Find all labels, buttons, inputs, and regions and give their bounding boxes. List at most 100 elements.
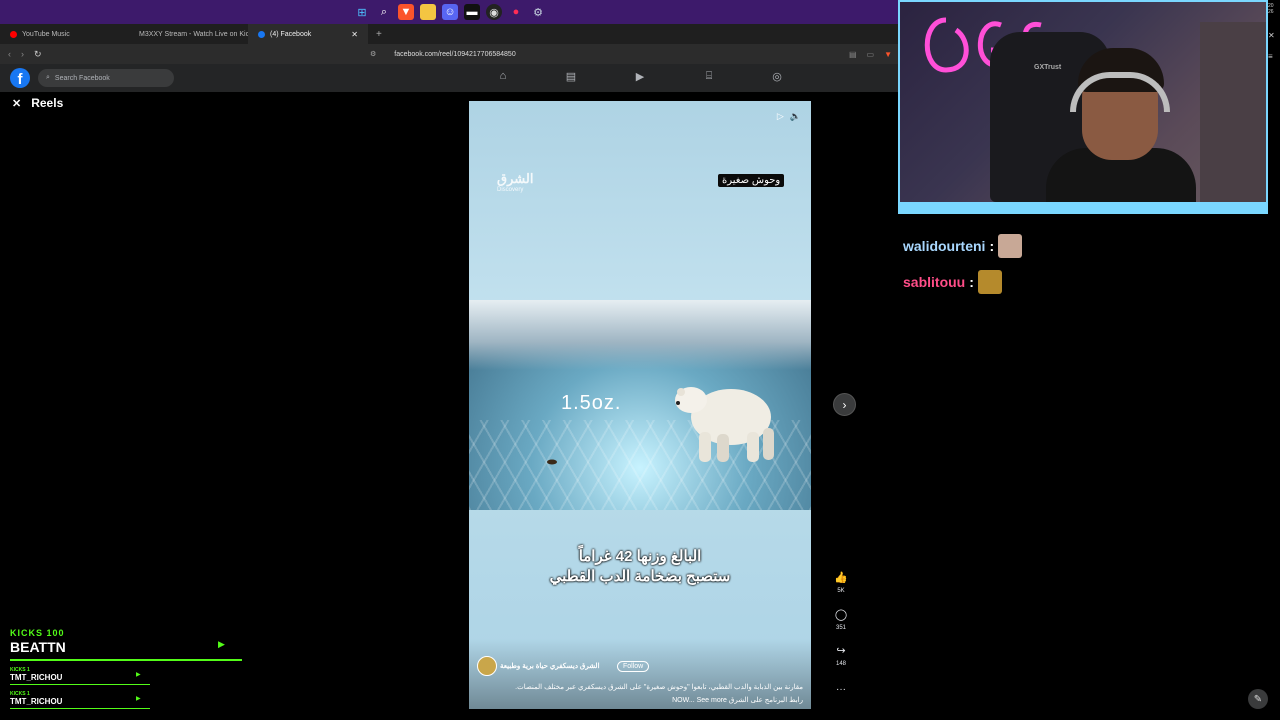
translate-icon[interactable]: ▤ <box>849 50 857 59</box>
navigation-buttons: ‹ › ↻ <box>0 49 370 60</box>
file-explorer-icon[interactable] <box>420 4 436 20</box>
clock-line-2: 26 <box>1268 9 1274 15</box>
play-icon: ▶ <box>218 639 225 649</box>
caption-line-2: ستصبح بضخامة الدب القطبي <box>549 568 731 585</box>
facebook-header: f ⌕ Search Facebook ⌂ ▤ ▶ ⌸ ◎ <box>0 64 900 92</box>
chat-username: sablitouu <box>903 274 966 290</box>
kick-leaderboard-overlay: KICKS 100 BEATTN ▶ KICKS 1 TMT_RICHOU ▶ … <box>10 628 242 709</box>
chat-separator: : <box>969 274 974 290</box>
address-bar-actions: ▤ ▭ ▼ <box>849 50 900 59</box>
menu-icon[interactable]: ≡ <box>1268 52 1280 61</box>
chat-username: walidourteni <box>903 238 986 254</box>
search-icon: ⌕ <box>46 74 50 81</box>
windows-start-icon[interactable]: ⊞ <box>354 4 370 20</box>
steam-icon[interactable]: ⚙ <box>530 4 546 20</box>
edit-icon: ✎ <box>1253 693 1263 705</box>
close-tab-icon[interactable]: ✕ <box>351 30 358 39</box>
next-reel-button[interactable]: › <box>833 393 856 416</box>
back-icon[interactable]: ‹ <box>8 49 11 60</box>
cast-icon[interactable]: ▭ <box>867 50 875 59</box>
share-icon: ↪ <box>836 645 846 657</box>
tab-label: M3XXY Stream - Watch Live on Kick <box>139 30 253 38</box>
fly-illustration <box>547 459 557 465</box>
like-icon: 👍 <box>834 572 848 584</box>
emote-icon <box>998 234 1023 258</box>
leaderboard-heading: KICKS 100 <box>10 628 65 638</box>
chat-message: sablitouu : <box>903 270 1002 294</box>
address-bar: ‹ › ↻ ⚙ facebook.com/reel/10942177065848… <box>0 44 900 64</box>
reload-icon[interactable]: ↻ <box>34 49 42 60</box>
facebook-icon <box>258 30 265 38</box>
obs-icon[interactable]: ◉ <box>486 4 502 20</box>
like-count: 5K <box>837 588 845 594</box>
mist <box>469 300 811 370</box>
brave-shield-icon[interactable]: ▼ <box>884 50 892 59</box>
see-more-link[interactable]: رابط البرنامج على الشرق NOW... See more <box>672 696 803 704</box>
close-icon[interactable]: ✕ <box>1268 31 1280 40</box>
compose-button[interactable]: ✎ <box>1248 689 1268 709</box>
webcam-frame <box>900 202 1266 212</box>
leaderboard-row-name: TMT_RICHOU <box>10 673 63 682</box>
reels-header: ✕ Reels <box>12 96 63 110</box>
comment-button[interactable]: ◯ 351 <box>830 608 852 631</box>
caption-line-1: البالغ وزنها 42 غراماً <box>578 548 702 565</box>
home-icon[interactable]: ⌂ <box>495 70 511 86</box>
video-icon[interactable]: ▶ <box>632 70 648 86</box>
marketplace-icon[interactable]: ⌸ <box>701 70 717 86</box>
facebook-logo[interactable]: f <box>10 68 30 88</box>
groups-icon[interactable]: ◎ <box>769 70 785 86</box>
more-options-button[interactable]: ··· <box>830 684 852 695</box>
play-icon[interactable]: ▷ <box>777 111 784 122</box>
youtube-music-icon <box>10 30 17 38</box>
play-icon: ▶ <box>136 672 141 678</box>
volume-icon[interactable]: 🔈 <box>790 111 801 122</box>
background-shelf <box>1200 22 1266 202</box>
brave-browser-icon[interactable]: ▼ <box>398 4 414 20</box>
watermark-title: الشرق <box>497 171 534 186</box>
new-tab-button[interactable]: + <box>368 29 382 40</box>
emote-icon <box>977 270 1002 294</box>
chevron-right-icon: › <box>842 397 847 412</box>
chat-separator: : <box>989 238 995 254</box>
tab-label: (4) Facebook <box>270 30 312 38</box>
search-icon[interactable]: ⌕ <box>376 4 392 20</box>
browser-tab-bar: YouTube Music M3XXY Stream - Watch Live … <box>0 24 900 44</box>
like-button[interactable]: 👍 5K <box>830 571 852 594</box>
leaderboard-row: KICKS 1 TMT_RICHOU ▶ <box>10 691 150 709</box>
streamer-webcam: GXTrust <box>898 0 1268 214</box>
feed-icon[interactable]: ▤ <box>563 70 579 86</box>
share-button[interactable]: ↪ 148 <box>830 644 852 667</box>
search-placeholder: Search Facebook <box>54 74 110 82</box>
terminal-icon[interactable]: ▬ <box>464 4 480 20</box>
show-logo: وحوش صغيرة <box>718 174 785 187</box>
tab-youtube-music[interactable]: YouTube Music <box>0 24 124 44</box>
discord-icon[interactable]: ☺ <box>442 4 458 20</box>
search-input[interactable]: ⌕ Search Facebook <box>38 69 174 87</box>
leaderboard-row: KICKS 1 TMT_RICHOU ▶ <box>10 667 150 685</box>
comment-icon: ◯ <box>834 609 848 621</box>
tab-label: YouTube Music <box>22 30 70 38</box>
system-tray-strip: 20 26 ✕ ≡ <box>1268 0 1280 720</box>
channel-watermark: الشرق Discovery <box>497 171 533 193</box>
follow-button[interactable]: Follow <box>617 661 650 672</box>
polar-bear-scene: 1.5oz. <box>469 300 811 510</box>
close-icon[interactable]: ✕ <box>12 97 21 110</box>
share-count: 148 <box>835 661 846 667</box>
reel-video[interactable]: ▷ 🔈 الشرق Discovery وحوش صغيرة 1.5oz. ال… <box>469 101 811 709</box>
tab-facebook[interactable]: (4) Facebook ✕ <box>248 24 368 44</box>
polar-bear-illustration <box>675 387 774 462</box>
url-field[interactable]: facebook.com/reel/1094217706584850 <box>376 51 515 58</box>
page-title: Reels <box>31 96 64 110</box>
reel-description: مقارنة بين الذبابة والدب القطبي، تابعوا … <box>515 684 803 691</box>
comment-count: 351 <box>835 625 846 631</box>
chat-overflow-line <box>938 212 1042 222</box>
page-name[interactable]: الشرق ديسكفري حياة برية وطبيعة <box>500 662 600 670</box>
leaderboard-row-name: TMT_RICHOU <box>10 697 63 706</box>
page-avatar[interactable] <box>477 656 497 676</box>
row-divider <box>10 684 150 685</box>
tab-kick-stream[interactable]: M3XXY Stream - Watch Live on Kick <box>124 24 253 44</box>
maps-pin-icon[interactable]: ● <box>508 4 524 20</box>
forward-icon[interactable]: › <box>21 49 24 60</box>
chair-brand: GXTrust <box>1034 64 1062 71</box>
chat-message: walidourteni : <box>903 234 1023 258</box>
